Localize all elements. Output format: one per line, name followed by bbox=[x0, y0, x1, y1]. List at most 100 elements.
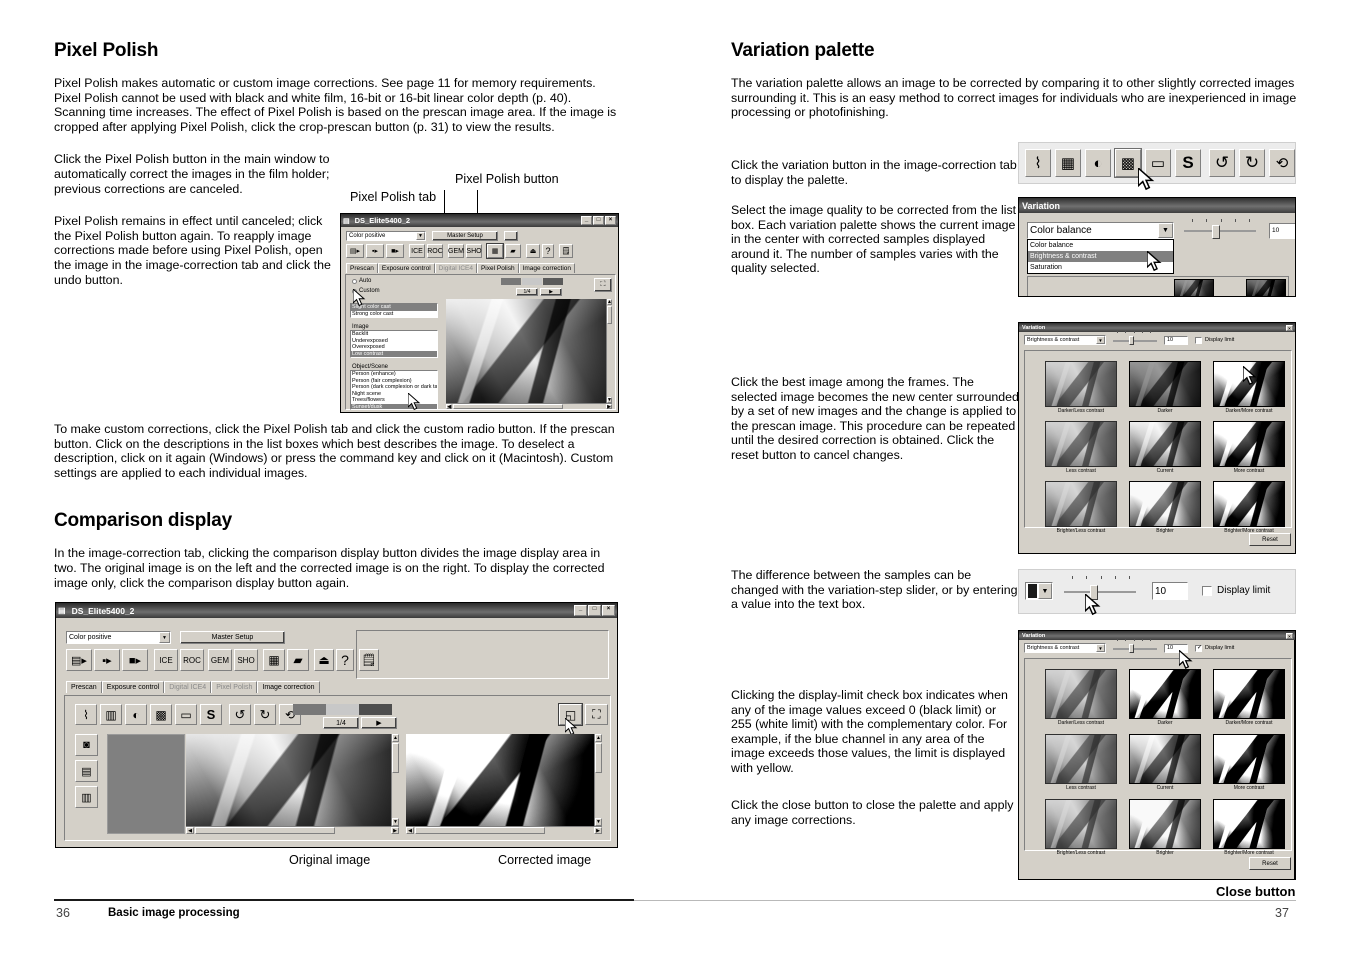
prescan-icon[interactable]: ▪▸ bbox=[94, 649, 120, 671]
listbox-object-scene[interactable]: Person (enhance) Person (fair complexion… bbox=[350, 370, 438, 410]
scan-icon[interactable]: ■▸ bbox=[122, 649, 148, 671]
list-item[interactable]: Low contrast bbox=[351, 350, 437, 357]
variation-icon[interactable]: ▩ bbox=[150, 704, 172, 725]
variation-cell[interactable]: Brighter bbox=[1129, 799, 1201, 856]
grain-dissolver-icon[interactable]: ▰ bbox=[505, 244, 521, 258]
variation-dialog-dropdown[interactable]: Variation Color balance ▼ 10 Color balan… bbox=[1018, 197, 1296, 297]
digital-sho-icon[interactable]: SHO bbox=[466, 244, 482, 258]
variation-step-slider[interactable] bbox=[1113, 639, 1157, 653]
variation-thumbnail[interactable] bbox=[1045, 669, 1117, 719]
media-type-select[interactable]: Color positive ▼ bbox=[346, 231, 426, 241]
image-quality-select[interactable]: Brightness & contrast ▼ bbox=[1024, 335, 1106, 345]
variation-cell[interactable]: Darker bbox=[1129, 669, 1201, 726]
variation-cell[interactable]: Brighter bbox=[1129, 481, 1201, 534]
image-quality-select[interactable]: Brightness & contrast ▼ bbox=[1024, 643, 1106, 653]
tab-digital-ice[interactable]: Digital ICE4 bbox=[434, 263, 477, 273]
image-quality-select[interactable]: Color balance ▼ bbox=[1027, 222, 1174, 239]
eject-icon[interactable]: ⏏ bbox=[314, 649, 334, 671]
tone-curve-icon[interactable]: ⌇ bbox=[75, 704, 97, 725]
listbox-image[interactable]: Backlit Underexposed Overexposed Low con… bbox=[350, 330, 438, 358]
variation-thumbnail[interactable] bbox=[1129, 734, 1201, 784]
index-scan-icon[interactable]: ▤▸ bbox=[66, 649, 92, 671]
histogram-icon[interactable]: ▥ bbox=[100, 704, 122, 725]
redo-icon[interactable]: ↻ bbox=[1239, 149, 1265, 177]
variation-thumbnail[interactable] bbox=[1213, 734, 1285, 784]
save-correction-icon[interactable]: ▤ bbox=[75, 760, 98, 782]
variation-thumbnail[interactable] bbox=[1045, 361, 1117, 407]
grain-dissolver-icon[interactable]: ▰ bbox=[287, 649, 309, 671]
slider-knob[interactable] bbox=[1212, 225, 1220, 239]
variation-step-slider[interactable] bbox=[1064, 576, 1139, 602]
close-icon[interactable]: × bbox=[1286, 632, 1293, 639]
checkbox-box[interactable]: ✓ bbox=[1195, 644, 1202, 652]
variation-cell[interactable]: More contrast bbox=[1213, 421, 1285, 474]
reset-button[interactable]: Reset bbox=[1249, 857, 1291, 870]
prescan-preview-image[interactable] bbox=[446, 299, 606, 403]
variation-thumbnail[interactable] bbox=[1213, 799, 1285, 849]
load-correction-icon[interactable]: ▥ bbox=[75, 786, 98, 808]
histogram-icon[interactable]: ▦ bbox=[1055, 149, 1081, 177]
master-setup-button[interactable]: Master Setup bbox=[432, 231, 498, 241]
help-icon[interactable]: ? bbox=[542, 244, 554, 258]
selective-color-icon[interactable]: S bbox=[200, 704, 222, 725]
digital-sho-icon[interactable]: SHO bbox=[234, 649, 258, 671]
maximize-button[interactable]: □ bbox=[593, 216, 604, 225]
help-icon[interactable]: ? bbox=[336, 649, 354, 671]
reset-icon[interactable]: ⟲ bbox=[1269, 149, 1295, 177]
slider-track[interactable] bbox=[1113, 340, 1157, 342]
list-item[interactable]: Sunset/dusk bbox=[351, 403, 437, 409]
variation-cell[interactable]: Darker/Less contrast bbox=[1045, 669, 1117, 726]
tab-digital-ice[interactable]: Digital ICE4 bbox=[164, 681, 212, 693]
corrected-image-pane[interactable]: ▲ ▼ ◀ ▶ bbox=[406, 734, 604, 834]
tab-pixel-polish[interactable]: Pixel Polish bbox=[211, 681, 258, 693]
fit-to-window-icon[interactable]: ⛶ bbox=[594, 278, 612, 292]
pixel-polish-icon[interactable]: ▦ bbox=[263, 649, 285, 671]
scroll-right-icon[interactable]: ▶ bbox=[594, 827, 602, 834]
scroll-left-icon[interactable]: ◀ bbox=[186, 827, 194, 834]
step-value-input[interactable]: 10 bbox=[1152, 582, 1188, 600]
play-button[interactable]: ▶ bbox=[540, 288, 562, 296]
pixel-polish-icon[interactable]: ▦ bbox=[486, 243, 504, 259]
reset-button[interactable]: Reset bbox=[1249, 533, 1291, 546]
list-item[interactable]: Strong color cast bbox=[351, 311, 437, 318]
checkbox-box[interactable] bbox=[1195, 336, 1202, 344]
variation-thumbnail[interactable] bbox=[1129, 421, 1201, 467]
radio-auto[interactable]: Auto bbox=[352, 278, 371, 284]
variation-palette-window-1[interactable]: Variation × Brightness & contrast ▼ 10 D… bbox=[1018, 322, 1296, 554]
job-save-icon[interactable]: 🗒 bbox=[359, 649, 379, 671]
tab-prescan[interactable]: Prescan bbox=[66, 681, 102, 693]
step-value-input[interactable]: 10 bbox=[1164, 335, 1188, 345]
variation-thumbnail[interactable] bbox=[1213, 481, 1285, 527]
minimize-button[interactable]: _ bbox=[574, 605, 587, 616]
close-icon[interactable]: × bbox=[1286, 324, 1293, 331]
variation-thumbnail[interactable] bbox=[1129, 669, 1201, 719]
variation-thumbnail[interactable] bbox=[1129, 361, 1201, 407]
variation-thumbnail[interactable] bbox=[1129, 481, 1201, 527]
variation-cell[interactable]: Less contrast bbox=[1045, 734, 1117, 791]
variation-thumbnail[interactable] bbox=[1213, 669, 1285, 719]
snapshot-icon[interactable]: ◙ bbox=[75, 734, 98, 756]
variation-thumbnail[interactable] bbox=[1045, 481, 1117, 527]
scroll-thumb[interactable] bbox=[453, 404, 563, 409]
digital-roc-icon[interactable]: ROC bbox=[180, 649, 204, 671]
slider-track[interactable] bbox=[1184, 230, 1256, 232]
corrected-vertical-scrollbar[interactable]: ▲ ▼ bbox=[594, 734, 602, 826]
redo-icon[interactable]: ↻ bbox=[254, 704, 276, 725]
scanner-window-pixel-polish[interactable]: ▤ DS_Elite5400_2 _ □ × Color positive ▼ … bbox=[340, 213, 619, 413]
scroll-down-icon[interactable]: ▼ bbox=[392, 818, 399, 826]
scroll-down-icon[interactable]: ▼ bbox=[595, 818, 602, 826]
variation-cell-current[interactable]: Current bbox=[1129, 734, 1201, 791]
tab-prescan[interactable]: Prescan bbox=[346, 263, 378, 273]
scroll-left-icon[interactable]: ◀ bbox=[406, 827, 414, 834]
chevron-down-icon[interactable]: ▼ bbox=[416, 232, 425, 240]
undo-icon[interactable]: ↺ bbox=[229, 704, 251, 725]
slider-knob[interactable] bbox=[1129, 644, 1134, 653]
digital-ice-icon[interactable]: ICE bbox=[409, 244, 425, 258]
preview-horizontal-scrollbar[interactable]: ◀ ▶ bbox=[446, 403, 612, 410]
variation-thumbnail[interactable] bbox=[1045, 421, 1117, 467]
scroll-thumb[interactable] bbox=[415, 827, 545, 834]
tab-exposure-control[interactable]: Exposure control bbox=[101, 681, 165, 693]
variation-thumbnail[interactable] bbox=[1045, 799, 1117, 849]
display-limit-checkbox[interactable]: Display limit bbox=[1202, 585, 1270, 596]
tone-curve-icon[interactable]: ⌇ bbox=[1025, 149, 1051, 177]
